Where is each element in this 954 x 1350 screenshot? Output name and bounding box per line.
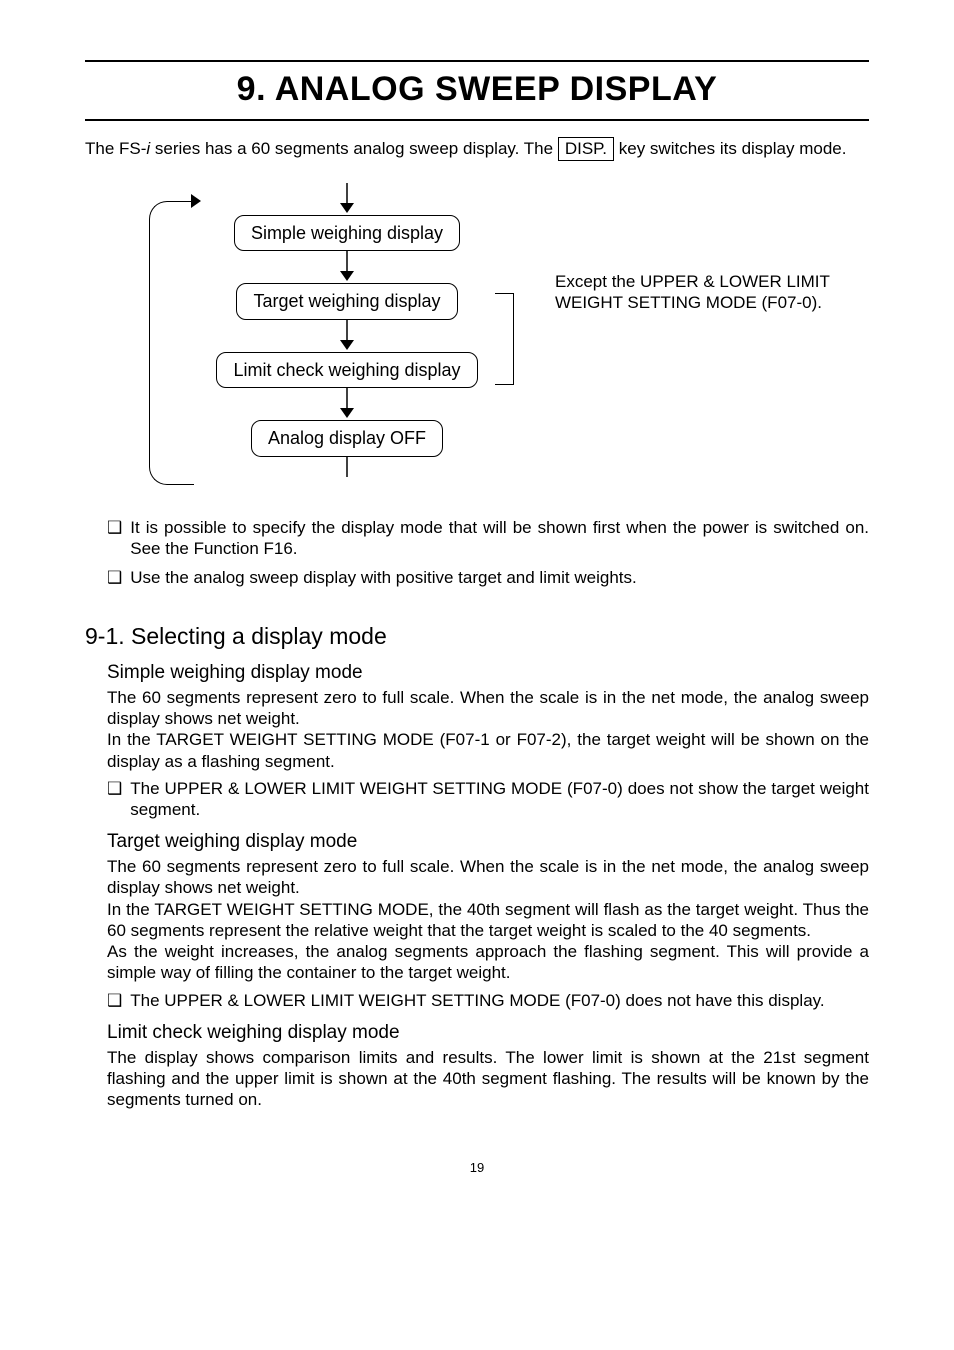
flow-stack: Simple weighing display Target weighing … xyxy=(189,183,505,489)
bullet-square-icon: ❑ xyxy=(107,567,122,588)
bullet-text: It is possible to specify the display mo… xyxy=(130,517,869,560)
flow-box-simple: Simple weighing display xyxy=(234,215,460,252)
bullet-text: The UPPER & LOWER LIMIT WEIGHT SETTING M… xyxy=(130,990,869,1011)
flow-box-off: Analog display OFF xyxy=(251,420,443,457)
bullet-square-icon: ❑ xyxy=(107,517,122,560)
flow-diagram-wrap: Simple weighing display Target weighing … xyxy=(145,183,869,489)
target-p3: As the weight increases, the analog segm… xyxy=(107,941,869,984)
bullet-square-icon: ❑ xyxy=(107,990,122,1011)
intro-mid: series has a 60 segments analog sweep di… xyxy=(150,139,558,158)
simple-p1: The 60 segments represent zero to full s… xyxy=(107,687,869,730)
subhead-target: Target weighing display mode xyxy=(107,830,869,854)
loop-line xyxy=(149,201,194,485)
page-title-bar: 9. ANALOG SWEEP DISPLAY xyxy=(85,60,869,121)
limit-p1: The display shows comparison limits and … xyxy=(107,1047,869,1111)
page-number: 19 xyxy=(85,1160,869,1176)
target-p2: In the TARGET WEIGHT SETTING MODE, the 4… xyxy=(107,899,869,942)
bullet-item: ❑ It is possible to specify the display … xyxy=(107,517,869,560)
intro-post: key switches its display mode. xyxy=(614,139,846,158)
arrow-down-icon xyxy=(189,251,505,283)
side-note: Except the UPPER & LOWER LIMIT WEIGHT SE… xyxy=(555,271,855,314)
disp-key: DISP. xyxy=(558,137,614,161)
section-heading: 9-1. Selecting a display mode xyxy=(85,622,869,651)
bullet-item: ❑ The UPPER & LOWER LIMIT WEIGHT SETTING… xyxy=(107,990,869,1011)
arrow-down-icon xyxy=(189,388,505,420)
intro-pre: The FS- xyxy=(85,139,146,158)
target-p1: The 60 segments represent zero to full s… xyxy=(107,856,869,899)
bullet-text: Use the analog sweep display with positi… xyxy=(130,567,869,588)
arrow-down-icon xyxy=(189,320,505,352)
bullet-square-icon: ❑ xyxy=(107,778,122,821)
flow-box-target: Target weighing display xyxy=(236,283,457,320)
simple-p2: In the TARGET WEIGHT SETTING MODE (F07-1… xyxy=(107,729,869,772)
page-title: 9. ANALOG SWEEP DISPLAY xyxy=(237,70,718,108)
flow-box-limit: Limit check weighing display xyxy=(216,352,477,389)
bullet-item: ❑ The UPPER & LOWER LIMIT WEIGHT SETTING… xyxy=(107,778,869,821)
subhead-limit: Limit check weighing display mode xyxy=(107,1021,869,1045)
bullet-text: The UPPER & LOWER LIMIT WEIGHT SETTING M… xyxy=(130,778,869,821)
subhead-simple: Simple weighing display mode xyxy=(107,661,869,685)
flow-diagram: Simple weighing display Target weighing … xyxy=(145,183,505,489)
bullet-item: ❑ Use the analog sweep display with posi… xyxy=(107,567,869,588)
arrow-loop-bottom xyxy=(189,457,505,489)
arrow-down-icon xyxy=(189,183,505,215)
intro-paragraph: The FS-i series has a 60 segments analog… xyxy=(85,137,869,161)
